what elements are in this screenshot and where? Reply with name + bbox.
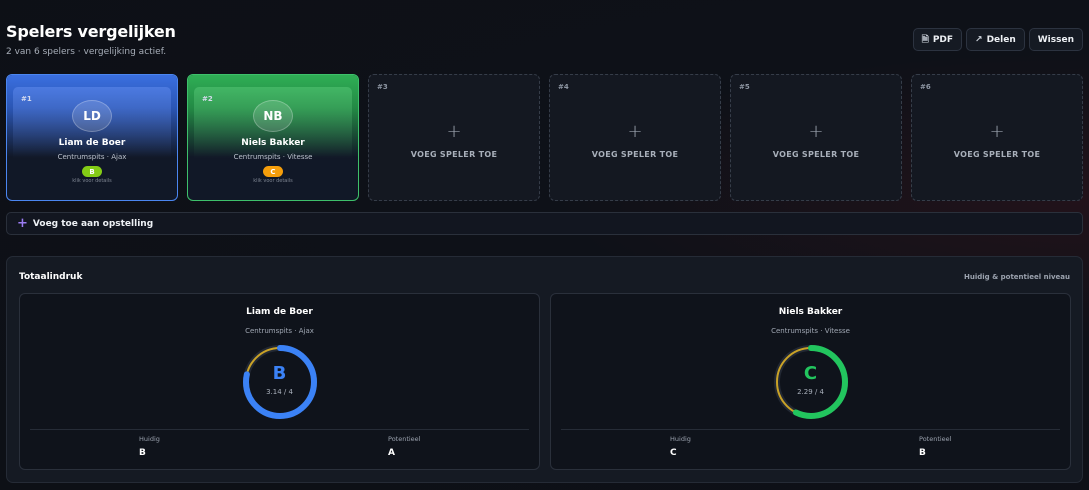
potential-level: Potentieel B [919,435,952,458]
player-meta: Centrumspits · Vitesse [233,153,313,161]
slot-number: #4 [558,83,569,91]
slot-number: #6 [920,83,931,91]
card-score: 3.14 / 4 [266,388,293,396]
player-overview-card: Liam de Boer Centrumspits · Ajax B 3.14 … [19,293,540,470]
card-player-name: Liam de Boer [246,307,313,317]
player-slot-2[interactable]: #2 NB Niels Bakker Centrumspits · Vitess… [187,74,359,201]
add-player-label: VOEG SPELER TOE [410,150,498,159]
clear-button-label: Wissen [1037,34,1074,45]
document-icon: 🗎 [921,34,929,45]
overview-panel: Totaalindruk Huidig & potentieel niveau … [6,256,1083,483]
toolbar: 🗎 PDF ↗ Delen Wissen [912,28,1083,51]
card-score: 2.29 / 4 [797,388,824,396]
avatar: NB [253,100,293,132]
empty-slot-5[interactable]: #5 + VOEG SPELER TOE [730,74,902,201]
card-player-name: Niels Bakker [778,307,843,317]
card-player-meta: Centrumspits · Vitesse [771,327,850,335]
add-player-label: VOEG SPELER TOE [953,150,1041,159]
divider [561,429,1060,430]
details-hint: klik voor details [253,178,293,184]
grade-badge: C [263,166,283,177]
card-grade: B [272,363,287,384]
page-header: Spelers vergelijken 2 van 6 spelers · ve… [6,22,1083,62]
slot-number: #3 [377,83,388,91]
add-to-lineup-button[interactable]: + Voeg toe aan opstelling [6,212,1083,235]
player-overview-card: Niels Bakker Centrumspits · Vitesse C 2.… [550,293,1071,470]
potential-label: Potentieel [388,435,421,443]
card-player-meta: Centrumspits · Ajax [245,327,314,335]
score-ring: C 2.29 / 4 [772,343,850,421]
plus-icon: + [627,121,643,142]
share-button-label: Delen [986,34,1016,45]
current-level: Huidig C [670,435,691,458]
add-to-lineup-label: Voeg toe aan opstelling [32,218,154,229]
slot-number: #5 [739,83,750,91]
grade-badge: B [82,166,102,177]
card-grade: C [803,363,818,384]
share-arrow-icon: ↗ [975,34,983,45]
slot-number: #2 [202,95,213,103]
panel-subtitle: Huidig & potentieel niveau [963,273,1070,281]
plus-icon: + [989,121,1005,142]
potential-level: Potentieel A [388,435,421,458]
plus-icon: + [17,216,28,231]
panel-title: Totaalindruk [19,272,83,282]
current-value: B [139,448,146,458]
avatar: LD [72,100,112,132]
add-player-label: VOEG SPELER TOE [591,150,679,159]
plus-icon: + [446,121,462,142]
clear-button[interactable]: Wissen [1028,28,1083,51]
current-label: Huidig [139,435,160,443]
pdf-button-label: PDF [932,34,954,45]
current-value: C [670,448,677,458]
empty-slot-3[interactable]: #3 + VOEG SPELER TOE [368,74,540,201]
empty-slot-4[interactable]: #4 + VOEG SPELER TOE [549,74,721,201]
player-meta: Centrumspits · Ajax [57,153,127,161]
add-player-label: VOEG SPELER TOE [772,150,860,159]
player-slot-1[interactable]: #1 LD Liam de Boer Centrumspits · Ajax B… [6,74,178,201]
potential-value: B [919,448,926,458]
current-level: Huidig B [139,435,160,458]
plus-icon: + [808,121,824,142]
potential-value: A [388,448,395,458]
player-slots: #1 LD Liam de Boer Centrumspits · Ajax B… [6,74,1083,201]
score-ring: B 3.14 / 4 [241,343,319,421]
potential-label: Potentieel [919,435,952,443]
player-name: Niels Bakker [241,138,305,148]
pdf-button[interactable]: 🗎 PDF [912,28,963,51]
empty-slot-6[interactable]: #6 + VOEG SPELER TOE [911,74,1083,201]
share-button[interactable]: ↗ Delen [966,28,1025,51]
player-name: Liam de Boer [58,138,126,148]
slot-number: #1 [21,95,32,103]
details-hint: klik voor details [72,178,112,184]
current-label: Huidig [670,435,691,443]
divider [30,429,529,430]
